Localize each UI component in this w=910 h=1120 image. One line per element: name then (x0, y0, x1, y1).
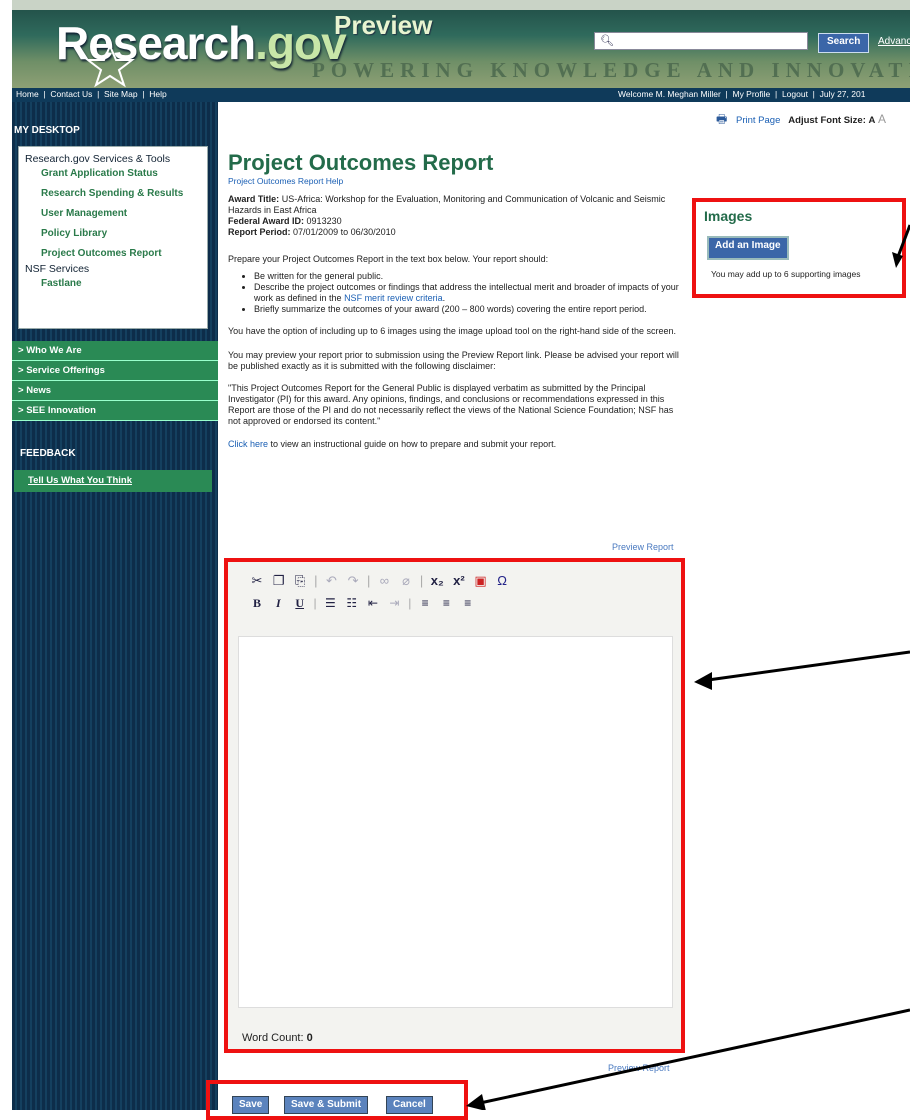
annotation-arrows (466, 224, 910, 1110)
arrow-head-editor (694, 672, 712, 690)
arrow-to-editor (707, 650, 910, 682)
arrow-head-images (892, 252, 903, 268)
arrow-to-buttons (479, 1008, 910, 1105)
arrow-head-buttons (466, 1094, 486, 1110)
